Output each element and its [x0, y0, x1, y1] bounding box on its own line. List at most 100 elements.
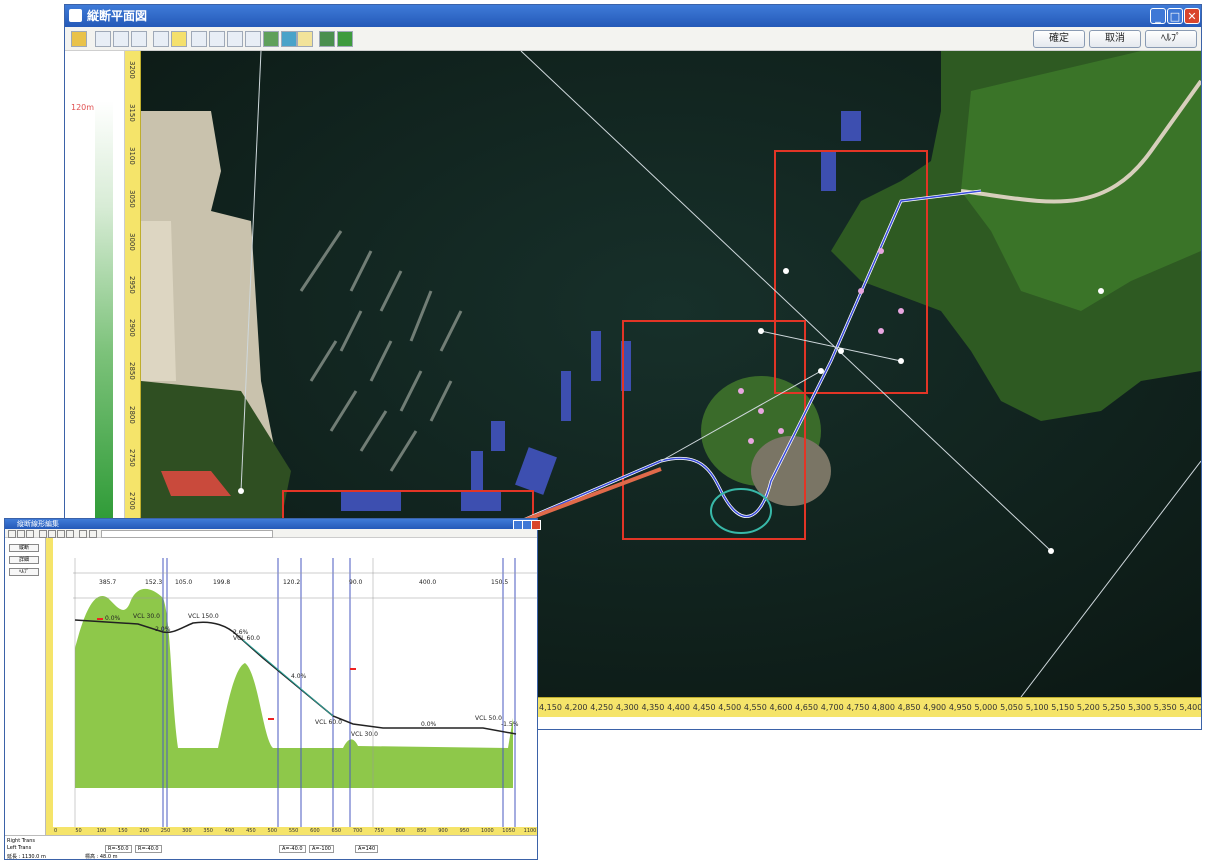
- profile-point-icon[interactable]: [48, 530, 56, 538]
- profile-side-panel: 縦断 詳細 ﾍﾙﾌﾟ: [5, 538, 46, 851]
- line2-icon[interactable]: [245, 31, 261, 47]
- app-icon: [69, 9, 82, 22]
- ruler-label: 4,800: [872, 703, 895, 712]
- point-icon[interactable]: [171, 31, 187, 47]
- segment-label: 199.8: [213, 579, 230, 586]
- ruler-label: 4,400: [667, 703, 690, 712]
- transition-item[interactable]: A=-40.0: [279, 845, 306, 853]
- zoom-out-icon[interactable]: [113, 31, 129, 47]
- ruler-label: 850: [416, 828, 427, 834]
- grade-label: 0.0%: [421, 721, 437, 728]
- ruler-label: 100: [96, 828, 107, 834]
- open-icon[interactable]: [71, 31, 87, 47]
- grade-label: 4.0%: [291, 673, 307, 680]
- profile-line-icon[interactable]: [66, 530, 74, 538]
- close-button[interactable]: ✕: [1184, 8, 1200, 24]
- status-elevation: 標高 : 48.0 m: [85, 854, 118, 860]
- ruler-label: 200: [139, 828, 149, 834]
- fit-icon[interactable]: [131, 31, 147, 47]
- profile-zoom-in-icon[interactable]: [8, 530, 16, 538]
- side-button-profile[interactable]: 縦断: [9, 544, 39, 552]
- status-length: 延長 : 1130.0 m: [7, 854, 46, 860]
- transition-item[interactable]: R=-50.0: [105, 845, 132, 853]
- profile-select-icon[interactable]: [39, 530, 47, 538]
- ruler-label: 900: [438, 828, 448, 834]
- ruler-label: 350: [203, 828, 213, 834]
- segment-label: 105.0: [175, 579, 192, 586]
- station-lines: [162, 558, 516, 838]
- zoom-in-icon[interactable]: [95, 31, 111, 47]
- profile-canvas[interactable]: 385.7 152.3 105.0 199.8 120.2 90.0 400.0…: [53, 538, 537, 844]
- image-icon[interactable]: [319, 31, 335, 47]
- ruler-label: 0: [54, 828, 58, 834]
- ruler-label: 2950: [128, 276, 136, 295]
- maximize-button[interactable]: □: [1167, 8, 1183, 24]
- line-icon[interactable]: [227, 31, 243, 47]
- ruler-label: 2850: [128, 362, 136, 381]
- help-button[interactable]: ﾍﾙﾌﾟ: [1145, 30, 1197, 48]
- grade-label: 0.0%: [105, 615, 121, 622]
- grid-icon[interactable]: [281, 31, 297, 47]
- minimize-button[interactable]: _: [1150, 8, 1166, 24]
- ruler-label: 5,150: [1051, 703, 1075, 712]
- profile-zoom-out-icon[interactable]: [17, 530, 25, 538]
- profile-vertical-ruler: [46, 538, 53, 844]
- ruler-label: 4,200: [564, 703, 588, 712]
- ruler-label: 250: [160, 828, 171, 834]
- ruler-label: 5,200: [1076, 703, 1100, 712]
- toolbar: 確定 取消 ﾍﾙﾌﾟ: [65, 27, 1201, 51]
- curve-icon[interactable]: [191, 31, 207, 47]
- elevation-gradient-bar: [95, 101, 113, 521]
- transition-item[interactable]: A=-100: [309, 845, 334, 853]
- ruler-label: 5,400: [1179, 703, 1201, 712]
- ruler-label: 4,500: [718, 703, 742, 712]
- ruler-label: 4,250: [590, 703, 614, 712]
- ruler-label: 150: [118, 828, 128, 834]
- segment-label: 385.7: [99, 579, 116, 586]
- profile-title-bar[interactable]: 縦断線形編集: [5, 519, 537, 529]
- ruler-label: 4,650: [795, 703, 819, 712]
- ruler-label: 400: [224, 828, 235, 834]
- profile-input[interactable]: [101, 530, 273, 538]
- window-title-bar[interactable]: 縦断平面図: [65, 5, 1201, 27]
- tree-icon[interactable]: [337, 31, 353, 47]
- ruler-label: 4,550: [743, 703, 767, 712]
- select-icon[interactable]: [153, 31, 169, 47]
- profile-curve-icon[interactable]: [57, 530, 65, 538]
- ruler-label: 4,150: [539, 703, 562, 712]
- layer-icon[interactable]: [263, 31, 279, 47]
- ruler-label: 3050: [128, 190, 136, 209]
- curve2-icon[interactable]: [209, 31, 225, 47]
- confirm-button[interactable]: 確定: [1033, 30, 1085, 48]
- profile-horizontal-ruler: 0 50 100 150 200 250 300 350 400 450 500 550 600 650 7…: [46, 827, 537, 835]
- ruler-label: 300: [182, 828, 192, 834]
- profile-window: 縦断線形編集 縦断 詳細 ﾍﾙﾌﾟ 385.7 152.3 105.0 199.…: [4, 518, 541, 860]
- profile-grid-icon[interactable]: [79, 530, 87, 538]
- vcl-label: VCL 60.0: [315, 719, 342, 726]
- profile-fit-icon[interactable]: [26, 530, 34, 538]
- ruler-label: 5,000: [974, 703, 998, 712]
- vcl-label: VCL 50.0: [475, 715, 502, 722]
- transition-item[interactable]: A=140: [355, 845, 379, 853]
- ruler-label: 2700: [128, 491, 136, 510]
- ruler-label: 4,700: [820, 703, 844, 712]
- ruler-label: 450: [246, 828, 256, 834]
- ruler-label: 2900: [128, 319, 136, 338]
- vcl-label: VCL 60.0: [233, 635, 260, 642]
- ruler-label: 5,300: [1128, 703, 1152, 712]
- ruler-label: 3200: [128, 61, 136, 79]
- ruler-label: 4,900: [923, 703, 947, 712]
- side-button-help[interactable]: ﾍﾙﾌﾟ: [9, 568, 39, 576]
- profile-bottom-panel: Right Trans Left Trans R=-50.0 R=-40.0 A…: [5, 835, 537, 860]
- ruler-label: 950: [459, 828, 470, 834]
- ruler-label: 3000: [128, 233, 136, 252]
- vcl-label: VCL 30.0: [351, 731, 378, 738]
- profile-chart[interactable]: 385.7 152.3 105.0 199.8 120.2 90.0 400.0…: [53, 538, 537, 844]
- ruler-label: 2800: [128, 405, 136, 424]
- side-button-detail[interactable]: 詳細: [9, 556, 39, 564]
- profile-note-icon[interactable]: [89, 530, 97, 538]
- transition-item[interactable]: R=-40.0: [135, 845, 162, 853]
- note-icon[interactable]: [297, 31, 313, 47]
- row-label: Right Trans: [7, 838, 35, 844]
- cancel-button[interactable]: 取消: [1089, 30, 1141, 48]
